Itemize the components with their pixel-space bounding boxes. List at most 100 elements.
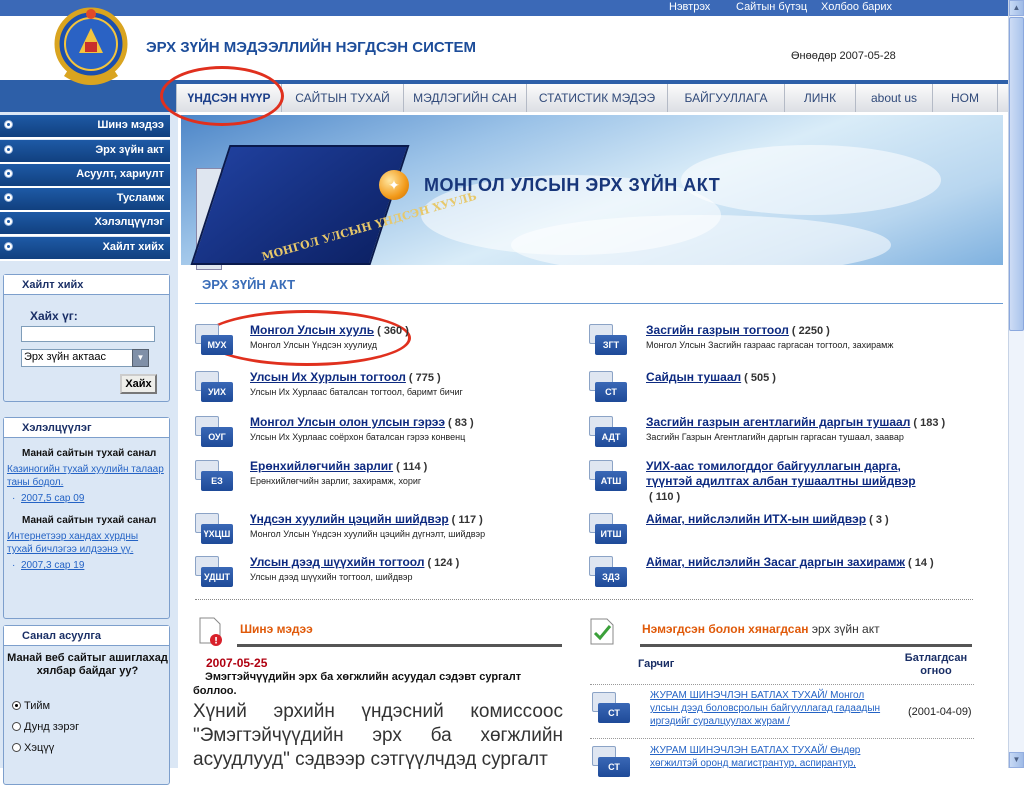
bullet-icon [4,242,13,251]
act-code-icon[interactable]: АДТ [587,416,627,448]
act-description: Улсын Их Хурлаас соёрхон баталсан гэрээ … [250,432,466,442]
act-count: ( 183 ) [913,417,946,429]
nav-links[interactable]: ЛИНК [785,84,856,112]
discussion-box-title: Хэлэлцүүлэг [4,418,169,438]
updated-act-link[interactable]: ЖУРАМ ШИНЭЧЛЭН БАТЛАХ ТУХАЙ/ Монгол улсы… [650,689,890,728]
act-description: Ерөнхийлөгчийн зарлиг, захирамж, хориг [250,476,422,486]
act-code-icon[interactable]: АТШ [587,460,627,492]
menu-help[interactable]: Тусламж [0,188,170,212]
act-code-icon: СТ [590,746,630,778]
menu-qa[interactable]: Асуулт, хариулт [0,164,170,188]
checked-document-icon [590,618,614,645]
chevron-down-icon[interactable]: ▼ [132,349,149,367]
act-category-link[interactable]: Засгийн газрын агентлагийн даргын тушаал… [646,415,945,429]
state-emblem-icon[interactable] [52,6,130,90]
menu-legal-acts[interactable]: Эрх зүйн акт [0,140,170,164]
nav-books[interactable]: НОМ [933,84,998,112]
vertical-scrollbar[interactable]: ▲ ▼ [1008,0,1024,768]
scroll-down-icon[interactable]: ▼ [1009,752,1024,768]
search-scope-select[interactable]: Эрх зүйн актаас ▼ [21,349,149,367]
menu-news[interactable]: Шинэ мэдээ [0,115,170,139]
left-sidebar: Шинэ мэдээ Эрх зүйн акт Асуулт, хариулт … [0,112,178,785]
act-category-link[interactable]: Ерөнхийлөгчийн зарлиг( 114 ) [250,459,427,473]
nav-about-us[interactable]: about us [856,84,933,112]
login-link[interactable]: Нэвтрэх [669,1,710,13]
updates-divider [640,644,972,647]
act-code-icon[interactable]: ЕЗ [193,460,233,492]
nav-organizations[interactable]: БАЙГУУЛЛАГА [668,84,785,112]
act-category-link[interactable]: Сайдын тушаал( 505 ) [646,370,776,384]
act-code-icon[interactable]: СТ [587,371,627,403]
poll-question: Манай веб сайтыг ашиглахад хялбар байдаг… [7,652,168,677]
discussion-entry-date[interactable]: 2007,5 сар 09 [12,493,84,504]
menu-discussion[interactable]: Хэлэлцүүлэг [0,212,170,236]
news-divider [237,644,562,647]
act-category-link[interactable]: Аймаг, нийслэлийн Засаг даргын захирамж(… [646,555,934,569]
act-description: Засгийн Газрын Агентлагийн даргын гаргас… [646,432,904,442]
act-count: ( 117 ) [451,514,483,526]
top-bar: Нэвтрэх Сайтын бүтэц Холбоо барих [0,0,1008,16]
poll-option-hard[interactable]: Хэцүү [12,742,54,754]
nav-about-site[interactable]: САЙТЫН ТУХАЙ [282,84,404,112]
row-divider [590,738,974,739]
poll-option-yes[interactable]: Тийм [12,700,50,712]
menu-search[interactable]: Хайлт хийх [0,237,170,261]
discussion-entry-date[interactable]: 2007,3 сар 19 [12,560,84,571]
nav-knowledge-base[interactable]: МЭДЛЭГИЙН САН [404,84,527,112]
sitemap-link[interactable]: Сайтын бүтэц [736,1,807,13]
search-box: Хайлт хийх Хайх үг: Эрх зүйн актаас ▼ Хай… [3,274,170,402]
nav-home[interactable]: ҮНДСЭН НҮҮР [177,84,282,112]
act-category-link[interactable]: Улсын Их Хурлын тогтоол( 775 ) [250,370,441,384]
scroll-up-icon[interactable]: ▲ [1009,0,1024,16]
search-input[interactable] [21,326,155,342]
news-headline[interactable]: Эмэгтэйчүүдийн эрх ба хөгжлийн асуудал с… [193,670,563,698]
column-header-date: Батлагдсан огноо [904,652,968,677]
bullet-icon [4,145,13,154]
discussion-box: Хэлэлцүүлэг Манай сайтын тухай санал Каз… [3,417,170,619]
radio-icon[interactable] [12,701,21,710]
poll-option-medium[interactable]: Дунд зэрэг [12,721,79,733]
bullet-icon [4,169,13,178]
act-category-link[interactable]: Засгийн газрын тогтоол( 2250 ) [646,323,830,337]
bullet-icon [4,217,13,226]
act-code-icon[interactable]: МУХ [193,324,233,356]
act-category-link[interactable]: Үндсэн хуулийн цэцийн шийдвэр( 117 ) [250,512,483,526]
act-category-link[interactable]: УИХ-аас томилогддог байгууллагын дарга, … [646,459,946,505]
search-box-title: Хайлт хийх [4,275,169,295]
column-header-title: Гарчиг [638,658,675,670]
section-divider [195,303,1003,304]
act-count: ( 2250 ) [791,325,830,337]
act-count: ( 775 ) [408,372,441,384]
act-description: Монгол Улсын Үндсэн хуулиуд [250,340,377,350]
discussion-entry-link[interactable]: Интернетээр хандах хурдны тухай бичлэгээ… [7,530,165,556]
contact-link[interactable]: Холбоо барих [821,1,892,13]
nav-statistics[interactable]: СТАТИСТИК МЭДЭЭ [527,84,668,112]
updates-title: Нэмэгдсэн болон хянагдсан эрх зүйн акт [642,622,880,636]
act-code-icon[interactable]: ҮХЦШ [193,513,233,545]
act-code-icon[interactable]: ОУГ [193,416,233,448]
act-category-link[interactable]: Улсын дээд шүүхийн тогтоол( 124 ) [250,555,459,569]
poll-box-title: Санал асуулга [4,626,169,646]
act-code-icon[interactable]: ЗГТ [587,324,627,356]
act-category-link[interactable]: Монгол Улсын хууль( 360 ) [250,323,409,337]
act-code-icon[interactable]: УИХ [193,371,233,403]
poll-box: Санал асуулга Манай веб сайтыг ашиглахад… [3,625,170,785]
highlight-ring-law [203,310,411,366]
search-button[interactable]: Хайх [120,374,157,394]
act-code-icon[interactable]: ЗДЗ [587,556,627,588]
act-category-link[interactable]: Монгол Улсын олон улсын гэрээ( 83 ) [250,415,474,429]
act-category-link[interactable]: Аймаг, нийслэлийн ИТХ-ын шийдвэр( 3 ) [646,512,889,526]
act-code-icon[interactable]: УДШТ [193,556,233,588]
radio-icon[interactable] [12,743,21,752]
today-date: Өнөөдөр 2007-05-28 [788,50,896,62]
date-label: Өнөөдөр [791,50,837,62]
radio-icon[interactable] [12,722,21,731]
act-count: ( 505 ) [744,372,776,384]
cloud-shape [511,215,891,265]
act-count: ( 124 ) [427,557,460,569]
updated-act-link[interactable]: ЖУРАМ ШИНЭЧЛЭН БАТЛАХ ТУХАЙ/ Өндөр хөгжи… [650,744,890,770]
news-document-icon: ! [199,617,222,647]
discussion-entry-link[interactable]: Казиногийн тухай хуулийн талаар таны бод… [7,463,165,489]
scroll-thumb[interactable] [1009,17,1024,331]
act-code-icon[interactable]: ИТШ [587,513,627,545]
